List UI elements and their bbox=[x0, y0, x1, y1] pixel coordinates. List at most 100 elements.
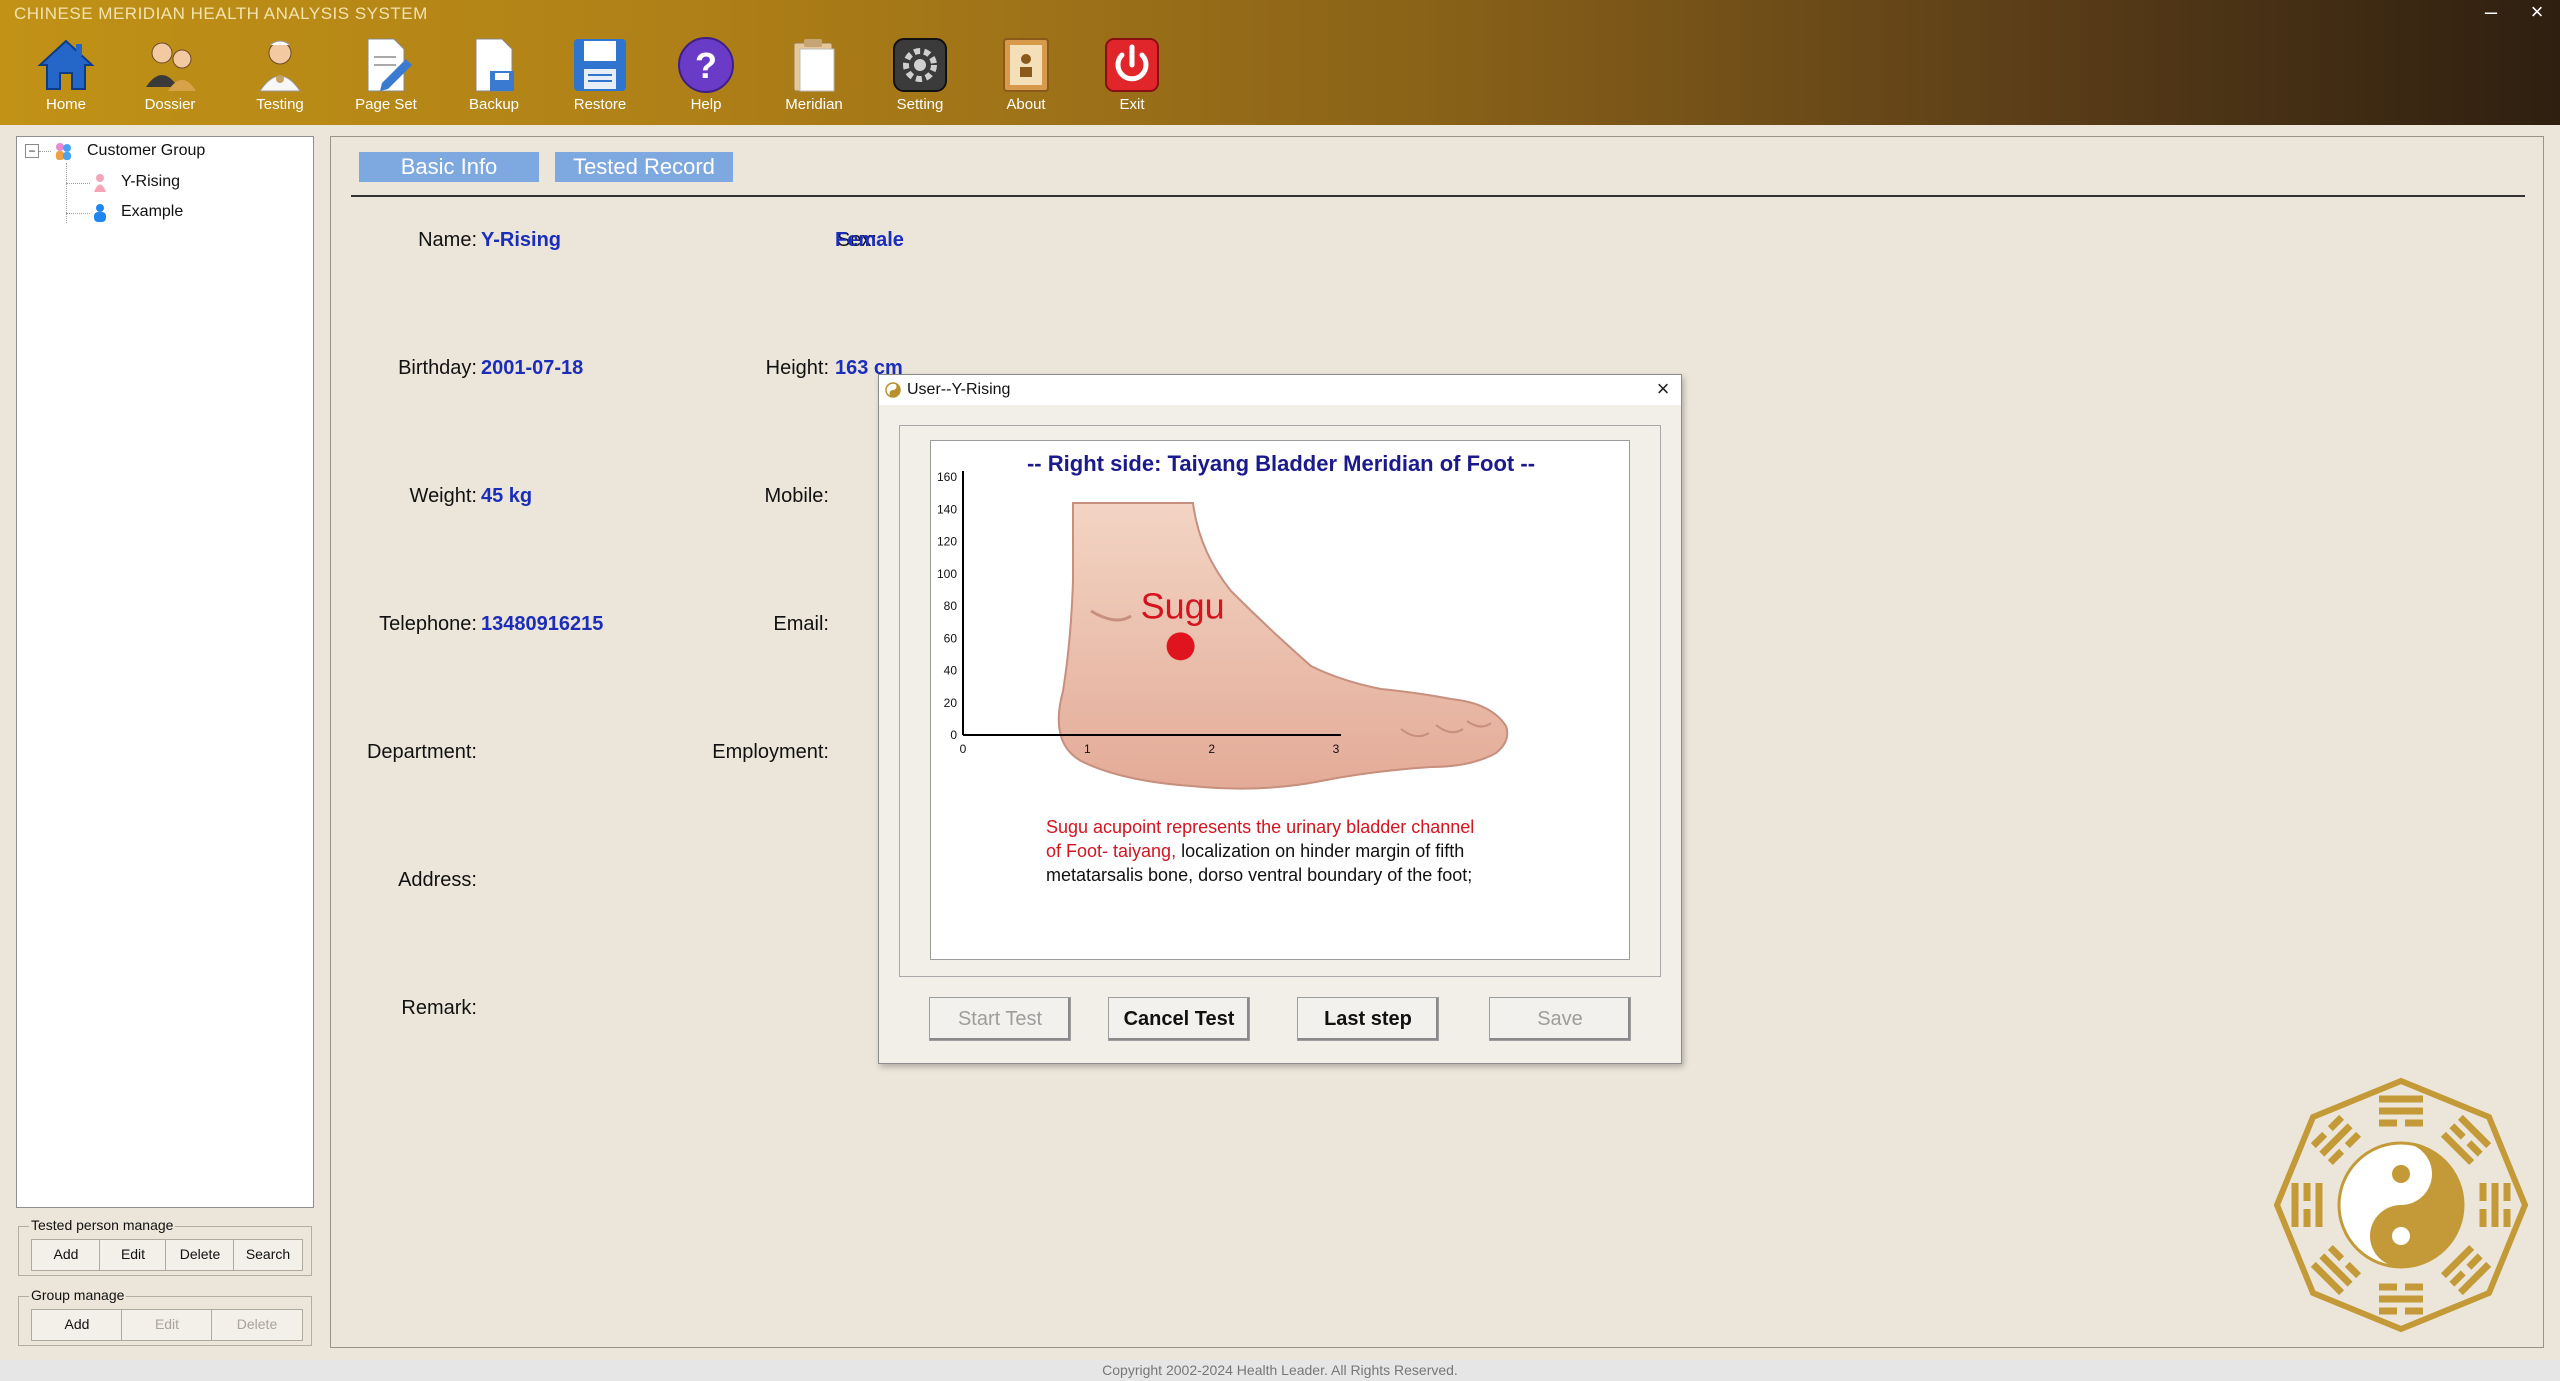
gear-icon bbox=[890, 35, 950, 95]
person-edit-button[interactable]: Edit bbox=[99, 1239, 167, 1271]
group-delete-button: Delete bbox=[211, 1309, 303, 1341]
cancel-test-button[interactable]: Cancel Test bbox=[1108, 997, 1250, 1041]
x-tick-label: 3 bbox=[1333, 742, 1340, 756]
toolbar-exit-label: Exit bbox=[1119, 96, 1145, 113]
toolbar-about-label: About bbox=[1006, 96, 1046, 113]
weight-value: 45 kg bbox=[481, 485, 533, 507]
tree-collapse-toggle[interactable]: − bbox=[25, 144, 39, 158]
tree-item-y-rising[interactable]: Y-Rising bbox=[121, 173, 180, 191]
toolbar-home-label: Home bbox=[45, 96, 86, 113]
male-person-icon bbox=[91, 203, 109, 223]
power-icon bbox=[1102, 35, 1162, 95]
tab-divider bbox=[351, 195, 2525, 197]
page-edit-icon bbox=[356, 35, 416, 95]
foot-illustration bbox=[1057, 502, 1509, 790]
toolbar-help-button[interactable]: ? Help bbox=[658, 30, 754, 120]
toolbar-backup-label: Backup bbox=[468, 96, 520, 113]
floppy-icon bbox=[570, 35, 630, 95]
save-button: Save bbox=[1489, 997, 1631, 1041]
group-manage-title: Group manage bbox=[29, 1287, 127, 1303]
y-tick-label: 80 bbox=[944, 599, 958, 613]
dialog-close-button[interactable]: × bbox=[1645, 375, 1681, 405]
toolbar-restore-button[interactable]: Restore bbox=[552, 30, 648, 120]
height-label: Height: bbox=[765, 357, 829, 379]
toolbar-dossier-button[interactable]: Dossier bbox=[122, 30, 218, 120]
telephone-label: Telephone: bbox=[379, 613, 477, 635]
customer-tree[interactable]: − Customer Group Y-Rising Example bbox=[16, 136, 314, 1208]
start-test-button: Start Test bbox=[929, 997, 1071, 1041]
minimize-button[interactable]: – bbox=[2468, 0, 2514, 28]
y-tick-label: 40 bbox=[944, 664, 958, 678]
toolbar-backup-button[interactable]: Backup bbox=[446, 30, 542, 120]
dialog-titlebar: User--Y-Rising × bbox=[879, 375, 1681, 405]
meridian-chart: 0 20 40 60 80 100 120 140 160 0 1 2 3 -- Right side: … bbox=[930, 440, 1630, 960]
employment-label: Employment: bbox=[712, 741, 829, 763]
dialog-title: User--Y-Rising bbox=[907, 381, 1011, 398]
y-tick-label: 20 bbox=[944, 696, 958, 710]
telephone-value: 13480916215 bbox=[481, 613, 604, 635]
tab-tested-record[interactable]: Tested Record bbox=[555, 152, 733, 182]
mobile-label: Mobile: bbox=[764, 485, 829, 507]
app-title: CHINESE MERIDIAN HEALTH ANALYSIS SYSTEM bbox=[14, 4, 428, 23]
toolbar-setting-label: Setting bbox=[896, 96, 944, 113]
y-tick-label: 60 bbox=[944, 631, 958, 645]
chart-frame: 0 20 40 60 80 100 120 140 160 0 1 2 3 -- Right side: … bbox=[899, 425, 1661, 977]
tree-root-label[interactable]: Customer Group bbox=[87, 142, 205, 160]
tab-basic-info[interactable]: Basic Info bbox=[359, 152, 539, 182]
close-window-button[interactable]: × bbox=[2514, 0, 2560, 28]
y-tick-label: 100 bbox=[937, 567, 957, 581]
toolbar-about-button[interactable]: About bbox=[978, 30, 1074, 120]
email-label: Email: bbox=[773, 613, 829, 635]
toolbar-meridian-button[interactable]: Meridian bbox=[766, 30, 862, 120]
toolbar-exit-button[interactable]: Exit bbox=[1084, 30, 1180, 120]
department-label: Department: bbox=[366, 741, 477, 763]
person-search-button[interactable]: Search bbox=[233, 1239, 303, 1271]
x-tick-label: 2 bbox=[1208, 742, 1215, 756]
group-edit-button: Edit bbox=[121, 1309, 213, 1341]
group-add-button[interactable]: Add bbox=[31, 1309, 123, 1341]
toolbar-pageset-label: Page Set bbox=[355, 96, 417, 113]
description-line-2: of Foot- taiyang, localization on hinder… bbox=[1046, 841, 1464, 861]
last-step-button[interactable]: Last step bbox=[1297, 997, 1439, 1041]
app-icon bbox=[885, 382, 901, 398]
toolbar-dossier-label: Dossier bbox=[144, 96, 196, 113]
svg-text:?: ? bbox=[695, 45, 717, 86]
help-icon: ? bbox=[676, 35, 736, 95]
toolbar-meridian-label: Meridian bbox=[785, 96, 843, 113]
clipboard-icon bbox=[784, 35, 844, 95]
home-icon bbox=[36, 35, 96, 95]
birthday-label: Birthday: bbox=[398, 357, 477, 379]
group-manage-group: Group manage Add Edit Delete bbox=[18, 1287, 312, 1346]
toolbar-help-label: Help bbox=[690, 96, 722, 113]
name-value: Y-Rising bbox=[481, 229, 562, 251]
acupoint-marker bbox=[1166, 632, 1195, 661]
toolbar-home-button[interactable]: Home bbox=[18, 30, 114, 120]
sex-value: Female bbox=[835, 229, 904, 251]
backup-icon bbox=[464, 35, 524, 95]
bagua-yinyang-logo bbox=[2271, 1077, 2531, 1333]
y-tick-label: 0 bbox=[950, 728, 957, 742]
copyright-footer: Copyright 2002-2024 Health Leader. All R… bbox=[0, 1360, 2560, 1381]
tree-item-example[interactable]: Example bbox=[121, 203, 183, 221]
toolbar-testing-button[interactable]: Testing bbox=[232, 30, 328, 120]
toolbar-testing-label: Testing bbox=[256, 96, 304, 113]
description-line-1: Sugu acupoint represents the urinary bla… bbox=[1046, 817, 1474, 837]
toolbar-setting-button[interactable]: Setting bbox=[872, 30, 968, 120]
toolbar-pageset-button[interactable]: Page Set bbox=[338, 30, 434, 120]
acupoint-name-label: Sugu bbox=[1141, 585, 1225, 626]
birthday-value: 2001-07-18 bbox=[481, 357, 584, 379]
chart-svg: 0 20 40 60 80 100 120 140 160 0 1 2 3 -- Right side: … bbox=[937, 451, 1535, 885]
person-delete-button[interactable]: Delete bbox=[165, 1239, 235, 1271]
y-tick-label: 120 bbox=[937, 535, 957, 549]
chart-title: -- Right side: Taiyang Bladder Meridian … bbox=[1027, 451, 1535, 476]
tested-person-manage-title: Tested person manage bbox=[29, 1217, 176, 1233]
y-tick-label: 160 bbox=[937, 470, 957, 484]
x-tick-label: 0 bbox=[960, 742, 967, 756]
group-icon bbox=[53, 141, 73, 161]
toolbar-restore-label: Restore bbox=[573, 96, 627, 113]
doctor-icon bbox=[250, 35, 310, 95]
person-add-button[interactable]: Add bbox=[31, 1239, 101, 1271]
female-person-icon bbox=[91, 173, 109, 193]
description-line-3: metatarsalis bone, dorso ventral boundar… bbox=[1046, 865, 1472, 885]
address-label: Address: bbox=[398, 869, 477, 891]
